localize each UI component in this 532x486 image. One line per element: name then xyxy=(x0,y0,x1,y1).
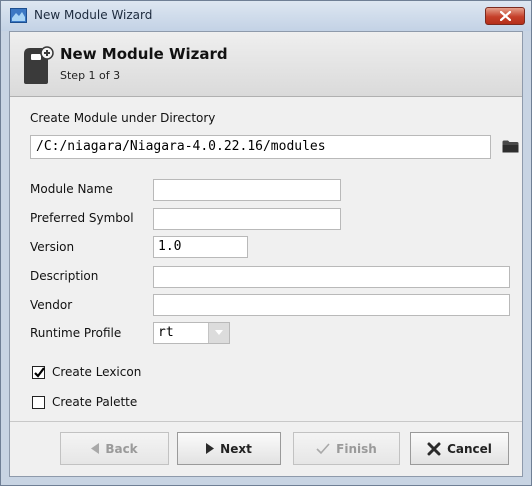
wizard-step: Step 1 of 3 xyxy=(60,69,121,82)
finish-button[interactable]: Finish xyxy=(293,432,400,465)
version-label: Version xyxy=(30,240,75,254)
checkmark-icon xyxy=(316,442,330,454)
preferred-symbol-label: Preferred Symbol xyxy=(30,211,134,225)
wizard-window: New Module Wizard New Module Wizard Step… xyxy=(0,0,532,486)
module-name-field[interactable] xyxy=(153,179,341,201)
vendor-field[interactable] xyxy=(153,294,510,316)
title-bar[interactable]: New Module Wizard xyxy=(1,1,531,31)
cancel-button[interactable]: Cancel xyxy=(410,432,509,465)
description-label: Description xyxy=(30,269,99,283)
directory-label: Create Module under Directory xyxy=(30,111,216,125)
runtime-profile-select[interactable]: rt xyxy=(153,322,230,344)
arrow-left-icon xyxy=(91,443,100,454)
wizard-content: New Module Wizard Step 1 of 3 Create Mod… xyxy=(9,31,523,477)
folder-icon[interactable] xyxy=(502,140,519,153)
footer-divider xyxy=(10,421,522,422)
close-button[interactable] xyxy=(485,7,525,25)
wizard-header: New Module Wizard Step 1 of 3 xyxy=(10,32,522,97)
description-field[interactable] xyxy=(153,266,510,288)
preferred-symbol-field[interactable] xyxy=(153,208,341,230)
back-label: Back xyxy=(105,441,138,456)
version-field[interactable]: 1.0 xyxy=(153,236,248,258)
cancel-label: Cancel xyxy=(447,441,492,456)
back-button[interactable]: Back xyxy=(60,432,169,465)
vendor-label: Vendor xyxy=(30,298,73,312)
chevron-down-icon xyxy=(215,330,223,335)
create-palette-label[interactable]: Create Palette xyxy=(52,395,137,409)
create-lexicon-label[interactable]: Create Lexicon xyxy=(52,365,141,379)
module-name-label: Module Name xyxy=(30,182,113,196)
runtime-profile-label: Runtime Profile xyxy=(30,326,122,340)
runtime-profile-dropdown-button[interactable] xyxy=(208,323,229,343)
x-icon xyxy=(427,442,441,455)
next-button[interactable]: Next xyxy=(177,432,281,465)
close-icon xyxy=(500,11,511,21)
arrow-right-icon xyxy=(206,443,215,454)
create-lexicon-checkbox[interactable] xyxy=(32,366,45,379)
module-app-icon xyxy=(10,8,27,23)
checkmark-icon xyxy=(34,367,45,378)
create-palette-checkbox[interactable] xyxy=(32,396,45,409)
runtime-profile-value: rt xyxy=(158,325,174,340)
next-label: Next xyxy=(220,441,252,456)
new-module-icon xyxy=(24,46,54,84)
wizard-title: New Module Wizard xyxy=(60,45,228,63)
finish-label: Finish xyxy=(336,441,377,456)
directory-field[interactable]: /C:/niagara/Niagara-4.0.22.16/modules xyxy=(30,135,491,159)
window-title: New Module Wizard xyxy=(34,8,153,22)
